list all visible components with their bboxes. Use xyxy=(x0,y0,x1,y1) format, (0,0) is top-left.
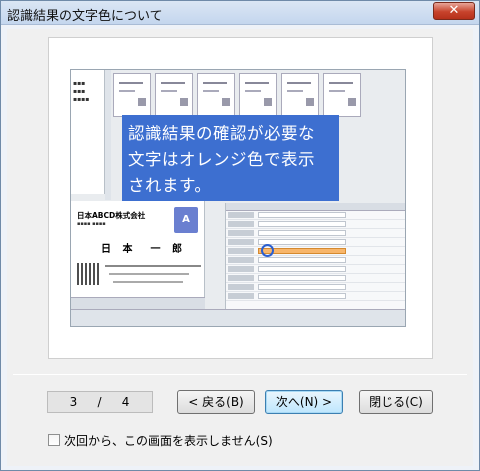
qr-code-icon xyxy=(77,263,99,285)
card-name: 日 本 一 郎 xyxy=(101,244,186,255)
thumbnail xyxy=(323,73,361,117)
card-address-line xyxy=(113,281,183,283)
form-row xyxy=(226,274,405,283)
thumbnail xyxy=(197,73,235,117)
overlay-line: 認識結果の確認が必要な xyxy=(128,124,315,143)
dialog-content: ▪▪▪ ▪▪▪ ▪▪▪▪ 日本ABCD株式会社 ▪▪▪▪ ▪▪▪▪ 日 本 一 郎 … xyxy=(7,29,473,466)
preview-frame: ▪▪▪ ▪▪▪ ▪▪▪▪ 日本ABCD株式会社 ▪▪▪▪ ▪▪▪▪ 日 本 一 郎 … xyxy=(48,37,433,359)
page-total: 4 xyxy=(121,395,131,409)
preview-business-card: 日本ABCD株式会社 ▪▪▪▪ ▪▪▪▪ 日 本 一 郎 A xyxy=(71,201,205,297)
form-row xyxy=(226,265,405,274)
dialog-window: 認識結果の文字色について ✕ ▪▪▪ ▪▪▪ ▪▪▪▪ 日本ABCD株式会社 ▪▪▪… xyxy=(0,0,480,471)
form-row-highlighted xyxy=(226,247,405,256)
dont-show-label[interactable]: 次回から、この画面を表示しません(S) xyxy=(64,432,273,449)
title-bar: 認識結果の文字色について ✕ xyxy=(1,1,479,25)
explanation-overlay: 認識結果の確認が必要な 文字はオレンジ色で表示 されます。 xyxy=(122,115,339,201)
preview-index-tabs xyxy=(105,70,111,200)
page-counter: 3 / 4 xyxy=(47,391,153,413)
page-separator: / xyxy=(97,395,103,409)
page-current: 3 xyxy=(69,395,79,409)
preview-form-tabs xyxy=(226,203,405,211)
preview-thumbnails xyxy=(113,73,405,117)
form-row xyxy=(226,211,405,220)
form-row xyxy=(226,220,405,229)
card-address-line xyxy=(105,265,201,267)
card-dept-line: ▪▪▪▪ ▪▪▪▪ xyxy=(77,221,106,227)
card-logo-icon: A xyxy=(174,207,198,233)
dont-show-checkbox[interactable] xyxy=(48,434,60,446)
form-row xyxy=(226,283,405,292)
preview-card-toolbar xyxy=(71,297,205,309)
preview-screenshot: ▪▪▪ ▪▪▪ ▪▪▪▪ 日本ABCD株式会社 ▪▪▪▪ ▪▪▪▪ 日 本 一 郎 … xyxy=(70,69,406,327)
close-button[interactable]: 閉じる(C) xyxy=(359,390,433,414)
next-button[interactable]: 次へ(N) > xyxy=(265,390,343,414)
divider xyxy=(13,374,467,375)
back-button[interactable]: < 戻る(B) xyxy=(177,390,255,414)
thumbnail xyxy=(155,73,193,117)
highlight-circle-icon xyxy=(261,244,274,257)
thumbnail xyxy=(281,73,319,117)
overlay-line: 文字はオレンジ色で表示 xyxy=(128,150,315,169)
preview-status-bar xyxy=(71,309,405,326)
close-icon[interactable]: ✕ xyxy=(433,2,475,20)
preview-result-form xyxy=(225,203,405,317)
form-row xyxy=(226,256,405,265)
form-row xyxy=(226,229,405,238)
thumbnail xyxy=(239,73,277,117)
card-company: 日本ABCD株式会社 xyxy=(77,211,146,220)
form-row xyxy=(226,238,405,247)
thumbnail xyxy=(113,73,151,117)
overlay-line: されます。 xyxy=(128,176,212,195)
form-row xyxy=(226,292,405,301)
card-address-line xyxy=(109,273,189,275)
preview-tree-panel: ▪▪▪ ▪▪▪ ▪▪▪▪ xyxy=(71,70,105,194)
window-title: 認識結果の文字色について xyxy=(7,9,163,24)
